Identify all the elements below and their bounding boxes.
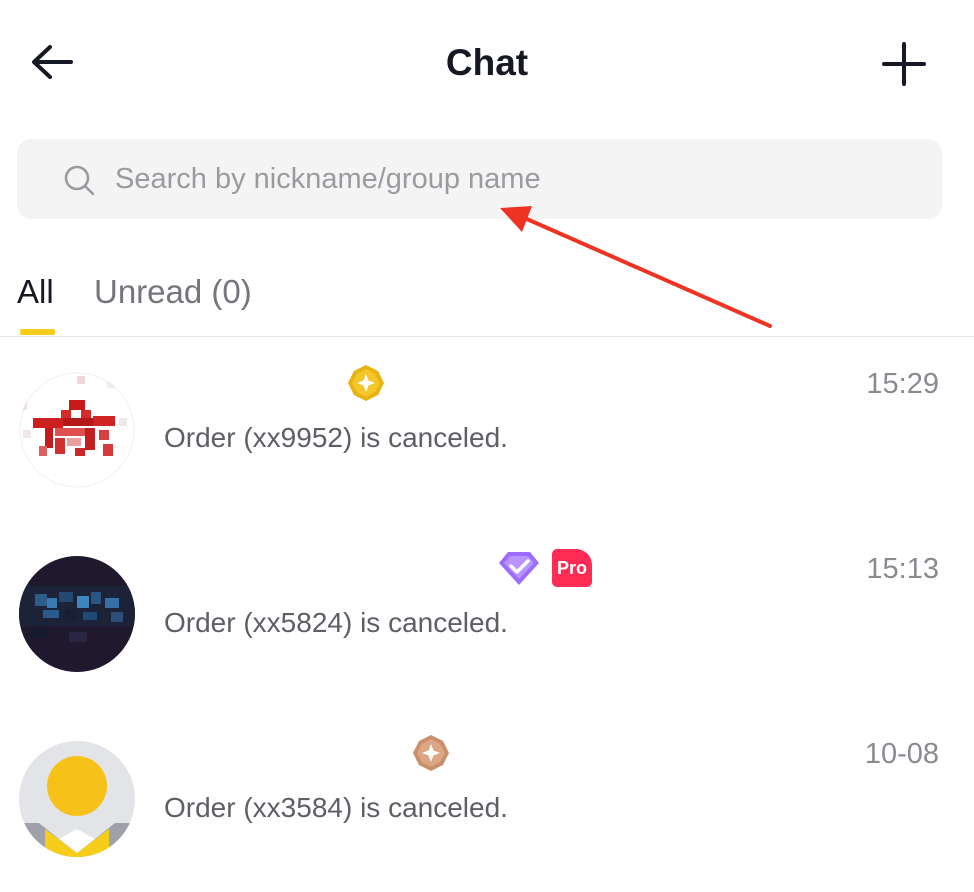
pixelated-avatar-image: [19, 556, 135, 672]
plus-icon: [882, 42, 926, 86]
tab-all[interactable]: All: [17, 272, 54, 312]
conversation-time: 10-08: [864, 738, 939, 770]
avatar: [19, 556, 135, 672]
bronze-tier-badge-icon: [413, 735, 449, 771]
conversation-preview: Order (xx3584) is canceled.: [164, 792, 508, 823]
avatar: [19, 372, 135, 488]
gold-tier-badge-icon: [348, 365, 384, 401]
pixelated-avatar-image: [19, 372, 135, 488]
new-chat-button[interactable]: [878, 38, 930, 90]
conversation-time: 15:29: [866, 368, 939, 400]
active-tab-indicator: [20, 329, 55, 335]
tab-unread[interactable]: Unread (0): [94, 272, 252, 312]
pro-badge-icon: Pro: [552, 549, 592, 587]
conversation-item[interactable]: Pro 15:13 Order (xx5824) is canceled.: [0, 521, 974, 706]
default-avatar-image: [19, 741, 135, 857]
conversation-time: 15:13: [866, 553, 939, 585]
search-placeholder: Search by nickname/group name: [115, 163, 541, 195]
avatar: [19, 741, 135, 857]
conversation-item[interactable]: 10-08 Order (xx3584) is canceled.: [0, 706, 974, 891]
conversation-preview: Order (xx5824) is canceled.: [164, 607, 508, 638]
conversation-preview: Order (xx9952) is canceled.: [164, 422, 508, 453]
header-bar: Chat: [0, 0, 974, 125]
pro-badge-label: Pro: [556, 558, 587, 578]
search-icon: [64, 165, 95, 196]
tab-bar: All Unread (0): [0, 262, 974, 337]
purple-verified-badge-icon: [499, 552, 539, 585]
search-input[interactable]: Search by nickname/group name: [17, 139, 942, 219]
conversation-item[interactable]: 15:29 Order (xx9952) is canceled.: [0, 336, 974, 521]
page-title: Chat: [445, 42, 529, 83]
